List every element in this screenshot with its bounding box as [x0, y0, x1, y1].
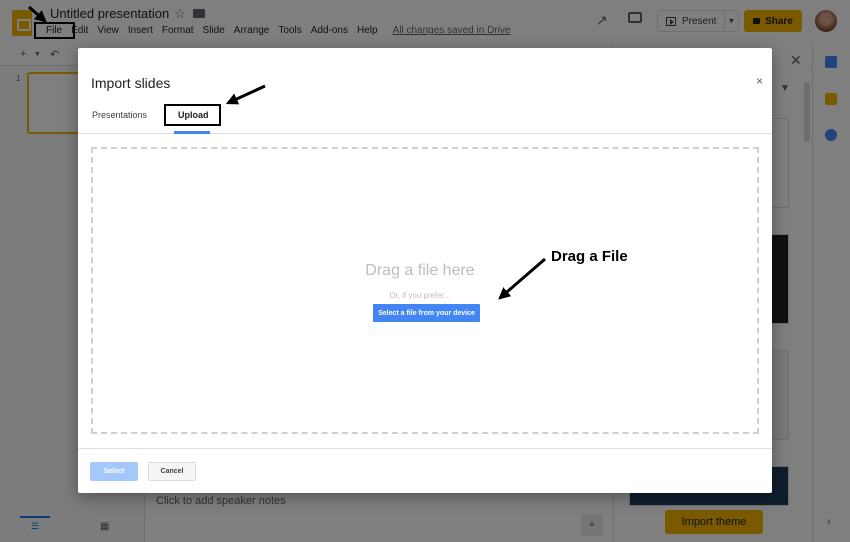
- dialog-title: Import slides: [91, 75, 171, 91]
- tab-presentations[interactable]: Presentations: [92, 110, 147, 120]
- drag-file-annotation: Drag a File: [551, 248, 628, 265]
- active-tab-indicator: [174, 131, 210, 134]
- select-file-button[interactable]: Select a file from your device: [373, 304, 480, 322]
- select-button[interactable]: Select: [90, 462, 138, 481]
- file-menu-highlight: [34, 22, 75, 39]
- cancel-button[interactable]: Cancel: [148, 462, 196, 481]
- alternative-text: Or, if you prefer...: [389, 291, 451, 300]
- close-icon[interactable]: ×: [756, 74, 763, 88]
- file-dropzone[interactable]: Drag a file here Or, if you prefer... Se…: [91, 147, 759, 434]
- upload-tab-highlight: [164, 104, 221, 126]
- dialog-footer: Select Cancel: [78, 448, 772, 493]
- drop-instruction: Drag a file here: [365, 262, 475, 279]
